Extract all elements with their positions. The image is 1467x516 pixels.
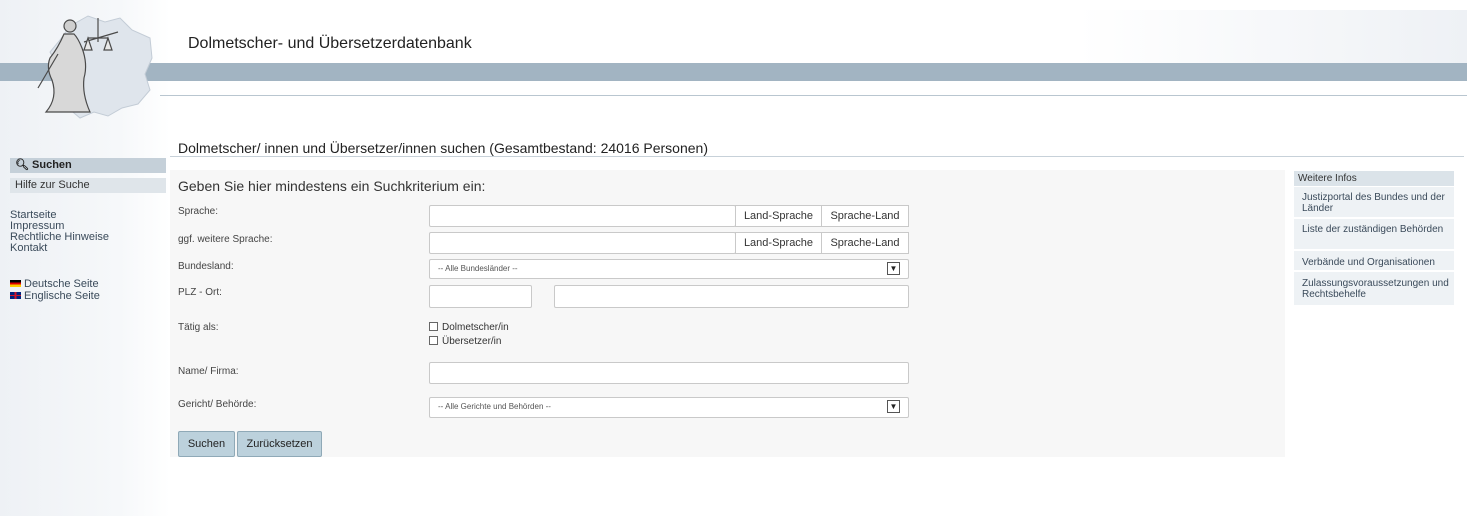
uebersetzer-checkbox-row[interactable]: Übersetzer/in [429,336,501,347]
gericht-behoerde-select[interactable]: -- Alle Gerichte und Behörden -- ▼ [429,397,909,418]
name-firma-input[interactable] [429,362,909,384]
page-title: Dolmetscher/ innen und Übersetzer/innen … [178,140,708,156]
sprache-label: Sprache: [178,206,219,217]
sidebar-heading: Weitere Infos [1294,171,1454,186]
nav-item-suchen[interactable]: 🔍︎ Suchen [10,158,166,173]
weitere-land-sprache-button[interactable]: Land-Sprache [735,232,822,254]
dolmetscher-label: Dolmetscher/in [442,322,509,333]
nav-item-suchen-label: Suchen [32,159,72,171]
nav-item-hilfe[interactable]: Hilfe zur Suche [10,178,166,193]
search-button[interactable]: Suchen [178,431,235,457]
weitere-sprache-land-button[interactable]: Sprache-Land [821,232,909,254]
plz-ort-label: PLZ - Ort: [178,287,222,298]
bundesland-select[interactable]: -- Alle Bundesländer -- ▼ [429,259,909,279]
sidebar-link-behoerden[interactable]: Liste der zuständigen Behörden [1294,219,1454,250]
nav-link-kontakt[interactable]: Kontakt [10,243,47,254]
form-heading: Geben Sie hier mindestens ein Suchkriter… [178,178,486,194]
gericht-selected-value: -- Alle Gerichte und Behörden -- [438,402,551,411]
plz-input[interactable] [429,285,532,308]
site-title: Dolmetscher- und Übersetzerdatenbank [188,35,472,52]
dolmetscher-checkbox-row[interactable]: Dolmetscher/in [429,322,509,333]
nav-link-deutsche-seite[interactable]: Deutsche Seite [10,279,99,290]
sprache-input[interactable] [429,205,736,227]
gericht-behoerde-label: Gericht/ Behörde: [178,399,257,410]
justitia-logo[interactable] [10,8,160,120]
uebersetzer-checkbox[interactable] [429,336,438,345]
header-divider [160,95,1467,96]
reset-button[interactable]: Zurücksetzen [237,431,322,457]
header-bar [0,63,1467,81]
sidebar-link-verbaende[interactable]: Verbände und Organisationen [1294,251,1454,271]
sidebar-link-justizportal[interactable]: Justizportal des Bundes und der Länder [1294,187,1454,218]
deutsche-seite-label: Deutsche Seite [24,278,99,290]
sprache-sprache-land-button[interactable]: Sprache-Land [821,205,909,227]
sidebar-link-zulassung[interactable]: Zulassungsvoraussetzungen und Rechtsbehe… [1294,272,1454,306]
uk-flag-icon [10,292,21,299]
name-firma-label: Name/ Firma: [178,366,239,377]
dolmetscher-checkbox[interactable] [429,322,438,331]
chevron-down-icon: ▼ [887,262,900,275]
nav-link-englische-seite[interactable]: Englische Seite [10,291,100,302]
bundesland-selected-value: -- Alle Bundesländer -- [438,264,518,273]
taetig-als-label: Tätig als: [178,322,219,333]
uebersetzer-label: Übersetzer/in [442,336,502,347]
title-divider [170,156,1464,157]
sprache-land-sprache-button[interactable]: Land-Sprache [735,205,822,227]
weitere-sprache-input[interactable] [429,232,736,254]
ort-input[interactable] [554,285,909,308]
weitere-sprache-label: ggf. weitere Sprache: [178,234,273,245]
chevron-down-icon: ▼ [887,400,900,413]
englische-seite-label: Englische Seite [24,290,100,302]
german-flag-icon [10,280,21,287]
bundesland-label: Bundesland: [178,261,234,272]
search-icon: 🔍︎ [15,159,29,171]
